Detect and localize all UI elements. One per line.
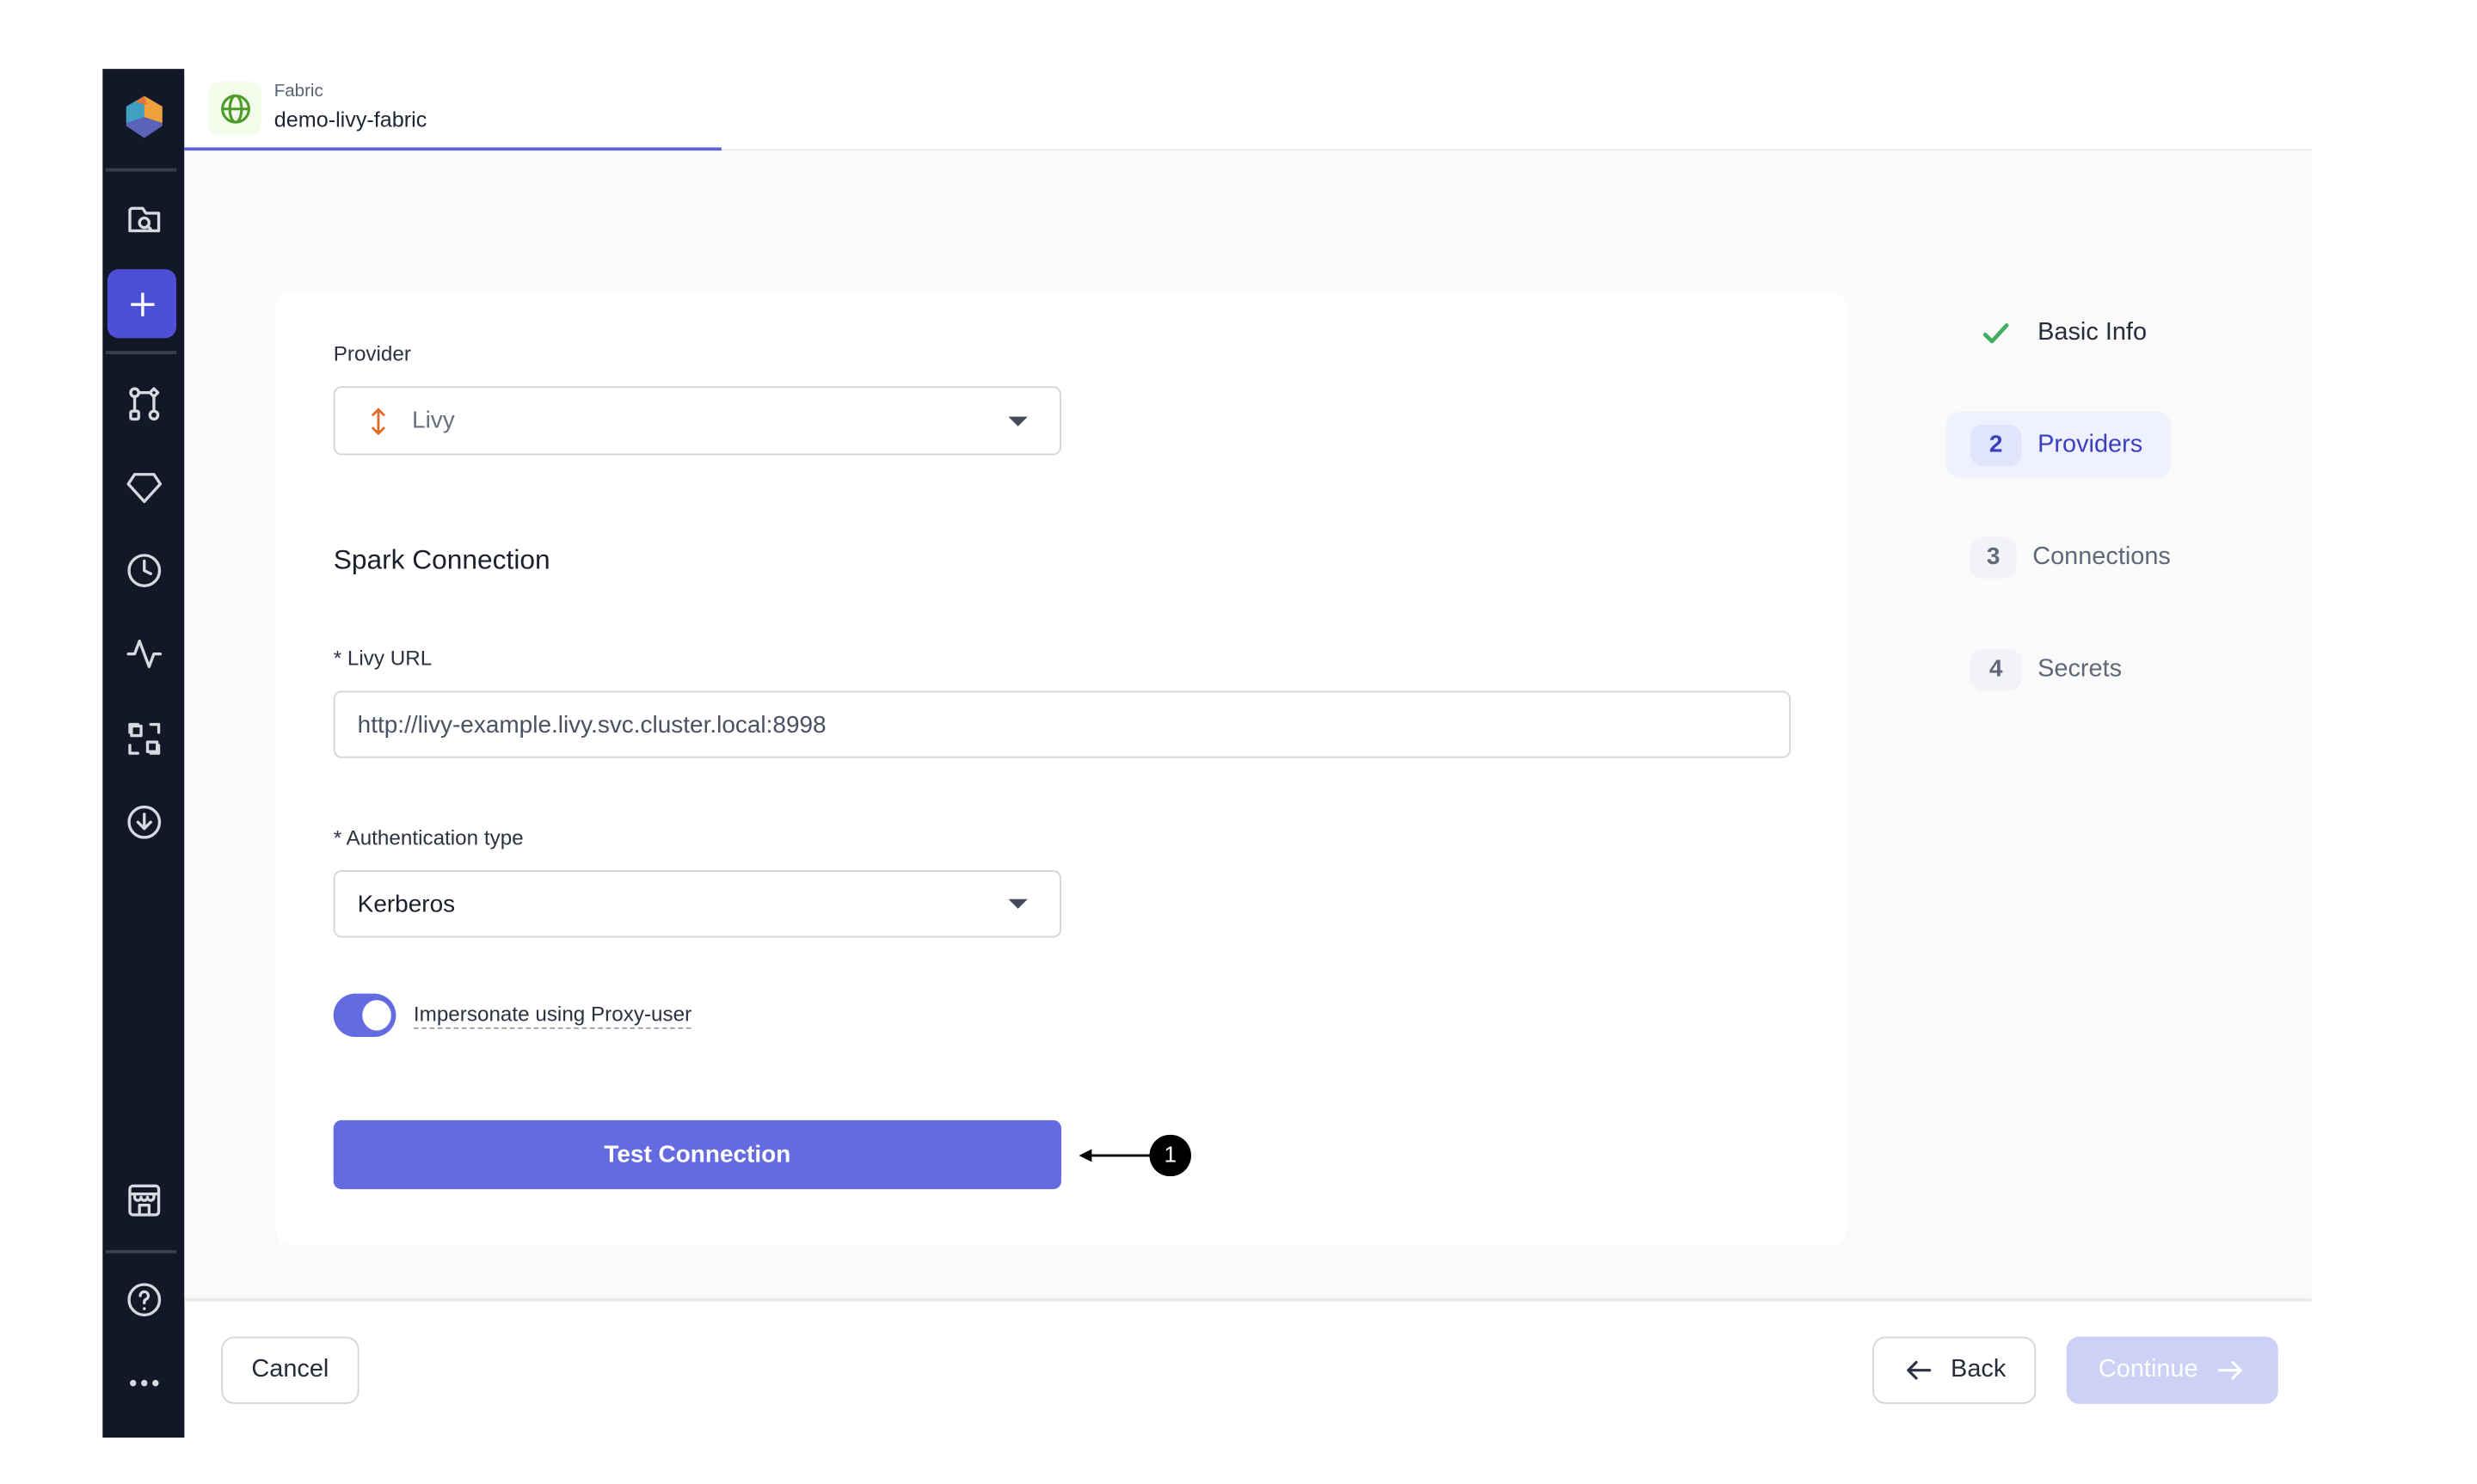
step-label: Secrets [2038, 654, 2123, 683]
livy-arrows-icon [372, 407, 385, 435]
provider-label: Provider [333, 341, 411, 365]
check-icon [1970, 316, 2022, 348]
sidebar-item-lineage[interactable] [124, 718, 165, 759]
sidebar-item-observability[interactable] [124, 633, 165, 674]
livy-url-input[interactable]: http://livy-example.livy.svc.cluster.loc… [333, 690, 1792, 758]
breadcrumb-type: Fabric [274, 82, 323, 101]
sidebar-divider [106, 351, 177, 354]
auth-type-value: Kerberos [357, 890, 456, 918]
auth-type-label: * Authentication type [333, 825, 524, 849]
plus-icon [130, 291, 154, 316]
help-circle-icon [127, 1283, 162, 1317]
sidebar-item-marketplace[interactable] [124, 1180, 165, 1221]
proxy-user-label: Impersonate using Proxy-user [413, 1002, 692, 1029]
store-icon [128, 1184, 161, 1217]
more-dots-icon [129, 1379, 159, 1387]
sidebar-item-more[interactable] [124, 1362, 165, 1403]
annotation-number: 1 [1164, 1141, 1177, 1167]
fabric-type-icon [208, 82, 261, 135]
step-providers[interactable]: 2 Providers [1945, 412, 2171, 478]
sidebar-divider [106, 168, 177, 171]
test-connection-button[interactable]: Test Connection [333, 1119, 1061, 1190]
sidebar [102, 69, 185, 1438]
step-secrets[interactable]: 4 Secrets [1946, 636, 2171, 702]
step-label: Basic Info [2038, 318, 2148, 346]
chevron-down-icon [1008, 415, 1028, 426]
provider-select[interactable]: Livy [333, 386, 1061, 456]
auth-type-select[interactable]: Kerberos [333, 870, 1061, 938]
sidebar-divider [106, 1249, 177, 1253]
step-badge: 2 [1970, 424, 2022, 466]
sidebar-item-pipelines[interactable] [124, 383, 165, 424]
step-label: Connections [2032, 542, 2171, 570]
sidebar-item-create[interactable] [107, 269, 177, 339]
chevron-down-icon [1008, 898, 1028, 909]
continue-label: Continue [2098, 1355, 2198, 1383]
download-circle-icon [127, 805, 162, 839]
step-basic-info[interactable]: Basic Info [1946, 300, 2171, 365]
clock-icon [127, 554, 162, 587]
provider-value: Livy [412, 407, 455, 435]
sidebar-item-gems[interactable] [124, 466, 165, 507]
sidebar-item-history[interactable] [124, 549, 165, 591]
globe-icon [220, 93, 249, 123]
graph-nodes-icon [129, 387, 160, 421]
cancel-button[interactable]: Cancel [221, 1336, 360, 1404]
sidebar-item-help[interactable] [124, 1279, 165, 1320]
arrow-left-icon [1906, 1360, 1931, 1380]
section-title: Spark Connection [333, 544, 550, 576]
footer-divider [184, 1297, 2312, 1301]
tab-fabric-name[interactable]: demo-livy-fabric [274, 107, 427, 132]
proxy-user-toggle[interactable] [333, 993, 396, 1038]
step-connections[interactable]: 3 Connections [1946, 524, 2171, 590]
step-label: Providers [2038, 430, 2143, 458]
scan-icon [128, 722, 161, 755]
sidebar-item-search-files[interactable] [124, 199, 165, 240]
app-logo[interactable] [119, 91, 170, 143]
arrow-right-icon [2217, 1360, 2242, 1380]
back-button[interactable]: Back [1872, 1336, 2037, 1404]
activity-icon [126, 639, 163, 669]
back-label: Back [1951, 1355, 2007, 1383]
livy-url-label: * Livy URL [333, 646, 433, 671]
sidebar-item-download[interactable] [124, 801, 165, 843]
livy-url-value: http://livy-example.livy.svc.cluster.loc… [357, 710, 827, 739]
step-badge: 3 [1970, 536, 2017, 578]
step-badge: 4 [1970, 647, 2022, 690]
diamond-icon [126, 473, 163, 504]
folder-search-icon [128, 206, 161, 233]
continue-button[interactable]: Continue [2066, 1336, 2278, 1404]
header [184, 69, 2312, 151]
